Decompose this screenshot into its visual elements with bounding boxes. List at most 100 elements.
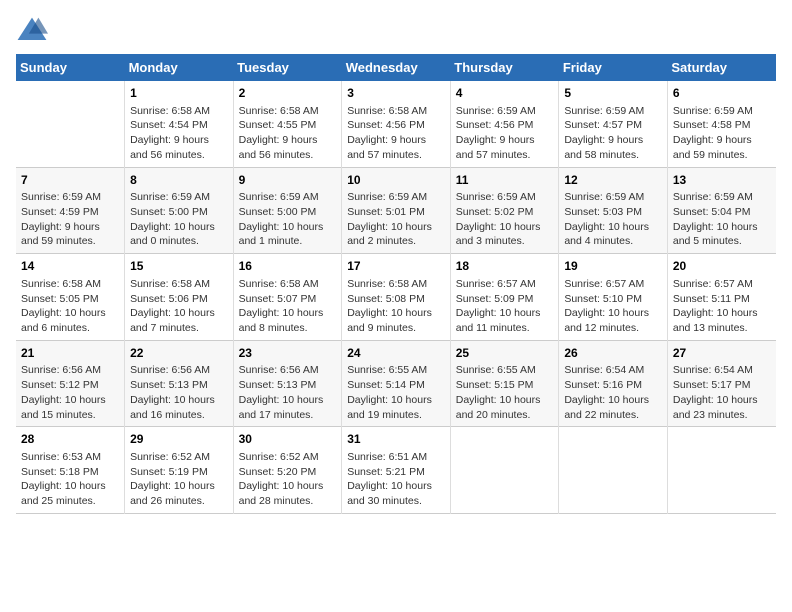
day-info: Sunrise: 6:54 AM Sunset: 5:16 PM Dayligh… (564, 363, 662, 422)
calendar-cell: 5 Sunrise: 6:59 AM Sunset: 4:57 PM Daylig… (559, 81, 668, 167)
calendar-cell: 4 Sunrise: 6:59 AM Sunset: 4:56 PM Daylig… (450, 81, 559, 167)
day-info: Sunrise: 6:52 AM Sunset: 5:19 PM Dayligh… (130, 450, 228, 509)
day-number: 20 (673, 258, 771, 275)
calendar-week-row: 1Sunrise: 6:58 AM Sunset: 4:54 PM Daylig… (16, 81, 776, 167)
calendar-week-row: 14 Sunrise: 6:58 AM Sunset: 5:05 PM Dayli… (16, 254, 776, 341)
calendar-cell: 27Sunrise: 6:54 AM Sunset: 5:17 PM Dayli… (667, 340, 776, 427)
day-info: Sunrise: 6:52 AM Sunset: 5:20 PM Dayligh… (239, 450, 337, 509)
day-number: 29 (130, 431, 228, 448)
day-number: 14 (21, 258, 119, 275)
weekday-header-monday: Monday (125, 54, 234, 81)
weekday-header-tuesday: Tuesday (233, 54, 342, 81)
day-info: Sunrise: 6:59 AM Sunset: 5:00 PM Dayligh… (130, 190, 228, 249)
weekday-header-friday: Friday (559, 54, 668, 81)
day-number: 25 (456, 345, 554, 362)
calendar-cell: 2 Sunrise: 6:58 AM Sunset: 4:55 PM Daylig… (233, 81, 342, 167)
day-info: Sunrise: 6:59 AM Sunset: 5:03 PM Dayligh… (564, 190, 662, 249)
day-number: 12 (564, 172, 662, 189)
day-info: Sunrise: 6:51 AM Sunset: 5:21 PM Dayligh… (347, 450, 445, 509)
day-number: 23 (239, 345, 337, 362)
calendar-cell: 21Sunrise: 6:56 AM Sunset: 5:12 PM Dayli… (16, 340, 125, 427)
day-info: Sunrise: 6:58 AM Sunset: 4:55 PM Dayligh… (239, 104, 337, 163)
day-number: 3 (347, 85, 445, 102)
calendar-cell: 29 Sunrise: 6:52 AM Sunset: 5:19 PM Dayli… (125, 427, 234, 514)
day-info: Sunrise: 6:57 AM Sunset: 5:11 PM Dayligh… (673, 277, 771, 336)
day-number: 18 (456, 258, 554, 275)
calendar-table: SundayMondayTuesdayWednesdayThursdayFrid… (16, 54, 776, 514)
calendar-cell: 26Sunrise: 6:54 AM Sunset: 5:16 PM Dayli… (559, 340, 668, 427)
day-info: Sunrise: 6:55 AM Sunset: 5:14 PM Dayligh… (347, 363, 445, 422)
day-number: 16 (239, 258, 337, 275)
calendar-week-row: 28 Sunrise: 6:53 AM Sunset: 5:18 PM Dayli… (16, 427, 776, 514)
calendar-cell: 18Sunrise: 6:57 AM Sunset: 5:09 PM Dayli… (450, 254, 559, 341)
calendar-cell: 30 Sunrise: 6:52 AM Sunset: 5:20 PM Dayli… (233, 427, 342, 514)
day-info: Sunrise: 6:56 AM Sunset: 5:13 PM Dayligh… (130, 363, 228, 422)
day-info: Sunrise: 6:56 AM Sunset: 5:13 PM Dayligh… (239, 363, 337, 422)
day-number: 2 (239, 85, 337, 102)
calendar-cell: 7Sunrise: 6:59 AM Sunset: 4:59 PM Daylig… (16, 167, 125, 254)
calendar-cell: 6 Sunrise: 6:59 AM Sunset: 4:58 PM Daylig… (667, 81, 776, 167)
calendar-cell: 9Sunrise: 6:59 AM Sunset: 5:00 PM Daylig… (233, 167, 342, 254)
day-number: 28 (21, 431, 119, 448)
calendar-cell: 17Sunrise: 6:58 AM Sunset: 5:08 PM Dayli… (342, 254, 451, 341)
day-info: Sunrise: 6:58 AM Sunset: 5:06 PM Dayligh… (130, 277, 228, 336)
day-number: 1 (130, 85, 228, 102)
day-number: 11 (456, 172, 554, 189)
day-info: Sunrise: 6:59 AM Sunset: 5:01 PM Dayligh… (347, 190, 445, 249)
day-number: 21 (21, 345, 119, 362)
day-info: Sunrise: 6:58 AM Sunset: 5:08 PM Dayligh… (347, 277, 445, 336)
day-info: Sunrise: 6:59 AM Sunset: 5:02 PM Dayligh… (456, 190, 554, 249)
calendar-cell: 28 Sunrise: 6:53 AM Sunset: 5:18 PM Dayli… (16, 427, 125, 514)
day-info: Sunrise: 6:59 AM Sunset: 4:58 PM Dayligh… (673, 104, 771, 163)
calendar-cell: 23Sunrise: 6:56 AM Sunset: 5:13 PM Dayli… (233, 340, 342, 427)
day-info: Sunrise: 6:58 AM Sunset: 5:07 PM Dayligh… (239, 277, 337, 336)
day-number: 31 (347, 431, 445, 448)
weekday-header-saturday: Saturday (667, 54, 776, 81)
day-info: Sunrise: 6:53 AM Sunset: 5:18 PM Dayligh… (21, 450, 119, 509)
weekday-header-thursday: Thursday (450, 54, 559, 81)
day-info: Sunrise: 6:59 AM Sunset: 4:56 PM Dayligh… (456, 104, 554, 163)
calendar-cell: 31 Sunrise: 6:51 AM Sunset: 5:21 PM Dayli… (342, 427, 451, 514)
weekday-header-sunday: Sunday (16, 54, 125, 81)
calendar-cell: 20 Sunrise: 6:57 AM Sunset: 5:11 PM Dayli… (667, 254, 776, 341)
day-number: 4 (456, 85, 554, 102)
day-info: Sunrise: 6:59 AM Sunset: 5:00 PM Dayligh… (239, 190, 337, 249)
calendar-cell: 8Sunrise: 6:59 AM Sunset: 5:00 PM Daylig… (125, 167, 234, 254)
calendar-cell (450, 427, 559, 514)
calendar-cell: 22Sunrise: 6:56 AM Sunset: 5:13 PM Dayli… (125, 340, 234, 427)
calendar-cell: 14 Sunrise: 6:58 AM Sunset: 5:05 PM Dayli… (16, 254, 125, 341)
day-info: Sunrise: 6:57 AM Sunset: 5:10 PM Dayligh… (564, 277, 662, 336)
day-number: 6 (673, 85, 771, 102)
day-number: 9 (239, 172, 337, 189)
calendar-cell: 13Sunrise: 6:59 AM Sunset: 5:04 PM Dayli… (667, 167, 776, 254)
calendar-cell: 16 Sunrise: 6:58 AM Sunset: 5:07 PM Dayli… (233, 254, 342, 341)
calendar-cell (559, 427, 668, 514)
calendar-cell (16, 81, 125, 167)
calendar-cell: 19 Sunrise: 6:57 AM Sunset: 5:10 PM Dayli… (559, 254, 668, 341)
calendar-cell: 15 Sunrise: 6:58 AM Sunset: 5:06 PM Dayli… (125, 254, 234, 341)
day-number: 10 (347, 172, 445, 189)
day-number: 15 (130, 258, 228, 275)
calendar-cell: 3 Sunrise: 6:58 AM Sunset: 4:56 PM Daylig… (342, 81, 451, 167)
day-number: 26 (564, 345, 662, 362)
day-number: 7 (21, 172, 119, 189)
weekday-header-row: SundayMondayTuesdayWednesdayThursdayFrid… (16, 54, 776, 81)
day-number: 30 (239, 431, 337, 448)
calendar-week-row: 21Sunrise: 6:56 AM Sunset: 5:12 PM Dayli… (16, 340, 776, 427)
day-info: Sunrise: 6:58 AM Sunset: 5:05 PM Dayligh… (21, 277, 119, 336)
day-number: 19 (564, 258, 662, 275)
day-info: Sunrise: 6:56 AM Sunset: 5:12 PM Dayligh… (21, 363, 119, 422)
day-number: 8 (130, 172, 228, 189)
calendar-cell: 24Sunrise: 6:55 AM Sunset: 5:14 PM Dayli… (342, 340, 451, 427)
day-number: 13 (673, 172, 771, 189)
day-number: 22 (130, 345, 228, 362)
day-info: Sunrise: 6:59 AM Sunset: 4:57 PM Dayligh… (564, 104, 662, 163)
day-info: Sunrise: 6:59 AM Sunset: 5:04 PM Dayligh… (673, 190, 771, 249)
calendar-week-row: 7Sunrise: 6:59 AM Sunset: 4:59 PM Daylig… (16, 167, 776, 254)
day-number: 5 (564, 85, 662, 102)
day-info: Sunrise: 6:58 AM Sunset: 4:56 PM Dayligh… (347, 104, 445, 163)
logo-icon (16, 16, 48, 44)
calendar-cell (667, 427, 776, 514)
logo (16, 16, 52, 44)
calendar-cell: 1Sunrise: 6:58 AM Sunset: 4:54 PM Daylig… (125, 81, 234, 167)
